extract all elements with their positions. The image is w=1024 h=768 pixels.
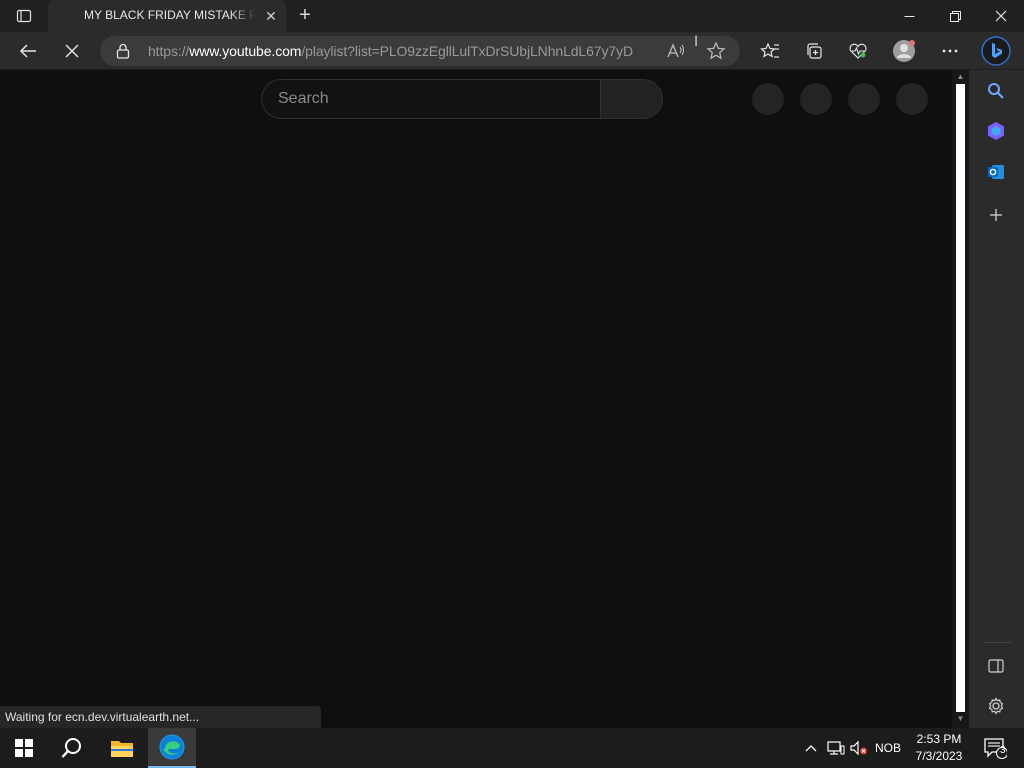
tab-actions-menu-icon[interactable]: [10, 6, 38, 26]
page-content: Search: [0, 70, 952, 728]
search-input[interactable]: Search: [261, 79, 601, 119]
stop-loading-icon[interactable]: [54, 32, 90, 70]
scroll-down-arrow-icon[interactable]: ▼: [952, 714, 969, 724]
clock-time: 2:53 PM: [916, 732, 962, 746]
placeholder-button-3[interactable]: [848, 83, 880, 115]
network-icon[interactable]: [824, 728, 848, 768]
url-path: /playlist?list=PLO9zzEgllLulTxDrSUbjLNhn…: [301, 43, 633, 59]
sidebar-search-icon[interactable]: [983, 78, 1009, 104]
browser-toolbar: https://www.youtube.com/playlist?list=PL…: [0, 32, 1024, 70]
url-text[interactable]: https://www.youtube.com/playlist?list=PL…: [148, 43, 633, 59]
clock-date: 7/3/2023: [915, 749, 963, 763]
start-windows-icon[interactable]: [0, 728, 48, 768]
search-placeholder: Search: [278, 90, 329, 107]
taskbar-search-icon[interactable]: [48, 728, 96, 768]
sidebar-outlook-icon[interactable]: [983, 159, 1009, 185]
scroll-up-arrow-icon[interactable]: ▲: [952, 72, 969, 82]
read-aloud-icon[interactable]: [666, 43, 686, 59]
collections-icon[interactable]: [796, 32, 832, 70]
url-scheme: https://: [148, 43, 190, 59]
tab-title: MY BLACK FRIDAY MISTAKE Rend: [84, 8, 256, 22]
scroll-thumb[interactable]: [956, 84, 965, 712]
profile-avatar-icon[interactable]: [886, 32, 922, 70]
search-button[interactable]: [600, 79, 663, 119]
browser-essentials-icon[interactable]: [840, 32, 876, 70]
add-favorite-star-icon[interactable]: [706, 41, 726, 66]
settings-more-icon[interactable]: [932, 32, 968, 70]
new-tab-icon[interactable]: +: [294, 5, 316, 26]
taskbar-clock[interactable]: 2:53 PM 7/3/2023: [906, 731, 972, 765]
back-icon[interactable]: [10, 32, 46, 70]
sidebar-copilot-icon[interactable]: [983, 118, 1009, 144]
status-bubble: Waiting for ecn.dev.virtualearth.net...: [0, 706, 321, 728]
placeholder-button-1[interactable]: [752, 83, 784, 115]
browser-titlebar: MY BLACK FRIDAY MISTAKE Rend ✕ +: [0, 0, 1024, 32]
placeholder-button-2[interactable]: [800, 83, 832, 115]
url-host: www.youtube.com: [189, 43, 302, 59]
minimize-icon[interactable]: [886, 0, 932, 32]
bing-chat-icon[interactable]: [978, 32, 1014, 70]
tab-close-icon[interactable]: ✕: [262, 7, 280, 25]
volume-muted-icon[interactable]: [848, 728, 870, 768]
notification-count: 3: [1000, 745, 1006, 756]
sidebar-settings-gear-icon[interactable]: [983, 693, 1009, 719]
input-language[interactable]: NOB: [872, 728, 904, 768]
close-window-icon[interactable]: [978, 0, 1024, 32]
placeholder-avatar[interactable]: [896, 83, 928, 115]
text-cursor-icon: I: [694, 34, 699, 50]
action-center-notification-icon[interactable]: 3: [978, 728, 1012, 768]
address-bar[interactable]: https://www.youtube.com/playlist?list=PL…: [100, 36, 740, 66]
browser-tab-active[interactable]: MY BLACK FRIDAY MISTAKE Rend ✕: [48, 0, 286, 32]
show-hidden-icons-chevron-icon[interactable]: [800, 728, 822, 768]
edge-taskbar-icon[interactable]: [148, 728, 196, 768]
restore-icon[interactable]: [932, 0, 978, 32]
sidebar-add-icon[interactable]: [983, 202, 1009, 228]
page-scrollbar[interactable]: ▲ ▼: [952, 70, 969, 728]
file-explorer-icon[interactable]: [98, 728, 146, 768]
edge-sidebar: [969, 70, 1024, 728]
sidebar-divider: [983, 642, 1011, 643]
favorites-icon[interactable]: [752, 32, 788, 70]
windows-taskbar: NOB 2:53 PM 7/3/2023 3: [0, 728, 1024, 768]
lock-icon[interactable]: [116, 43, 130, 64]
hide-sidebar-icon[interactable]: [983, 653, 1009, 679]
